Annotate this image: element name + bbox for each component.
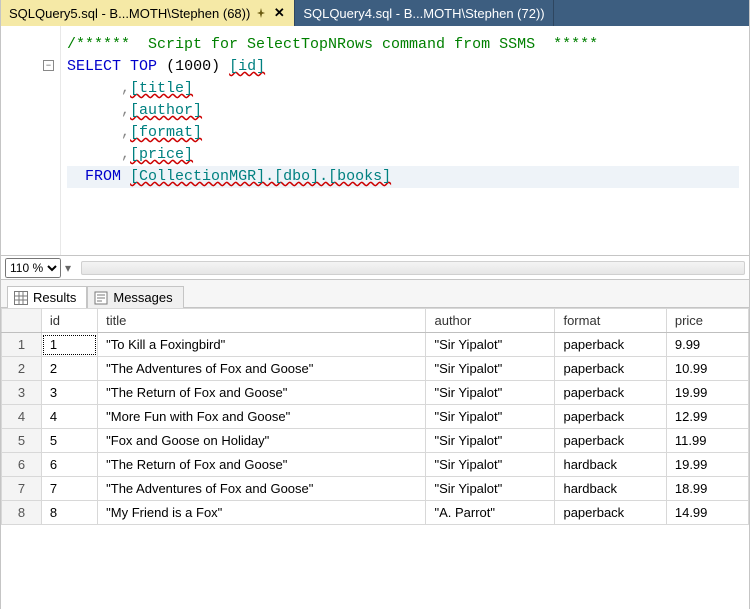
pin-icon[interactable] (256, 8, 266, 18)
kw-from: FROM (85, 168, 121, 185)
col-header-title[interactable]: title (98, 309, 426, 333)
tab-results-label: Results (33, 290, 76, 305)
cell-price[interactable]: 12.99 (666, 405, 748, 429)
cell-format[interactable]: paperback (555, 429, 666, 453)
cell-author[interactable]: "A. Parrot" (426, 501, 555, 525)
kw-select: SELECT (67, 58, 121, 75)
row-number[interactable]: 8 (2, 501, 42, 525)
cell-author[interactable]: "Sir Yipalot" (426, 429, 555, 453)
cell-format[interactable]: paperback (555, 357, 666, 381)
cell-price[interactable]: 19.99 (666, 381, 748, 405)
horizontal-scrollbar[interactable] (81, 261, 745, 275)
results-tabbar: Results Messages (1, 280, 749, 308)
row-number[interactable]: 6 (2, 453, 42, 477)
table-row[interactable]: 22"The Adventures of Fox and Goose""Sir … (2, 357, 749, 381)
cell-title[interactable]: "The Adventures of Fox and Goose" (98, 477, 426, 501)
cell-author[interactable]: "Sir Yipalot" (426, 333, 555, 357)
cell-title[interactable]: "To Kill a Foxingbird" (98, 333, 426, 357)
tab-messages-label: Messages (113, 290, 172, 305)
cell-id[interactable]: 6 (41, 453, 97, 477)
grid-icon (14, 291, 28, 305)
zoom-select[interactable]: 110 % (5, 258, 61, 278)
row-number[interactable]: 3 (2, 381, 42, 405)
comment-line: /****** Script for SelectTopNRows comman… (67, 36, 598, 53)
results-table: id title author format price 11"To Kill … (1, 308, 749, 525)
col-price: [price] (130, 146, 193, 163)
document-tab-inactive[interactable]: SQLQuery4.sql - B...MOTH\Stephen (72)) (295, 0, 553, 26)
close-icon[interactable]: ✕ (272, 6, 286, 20)
col-header-rownum[interactable] (2, 309, 42, 333)
cell-id[interactable]: 5 (41, 429, 97, 453)
col-id: [id] (229, 58, 265, 75)
top-n: (1000) (166, 58, 220, 75)
tab-label: SQLQuery5.sql - B...MOTH\Stephen (68)) (9, 6, 250, 21)
results-grid[interactable]: id title author format price 11"To Kill … (1, 308, 749, 525)
cell-format[interactable]: paperback (555, 405, 666, 429)
code-area[interactable]: /****** Script for SelectTopNRows comman… (61, 26, 749, 255)
table-row[interactable]: 44"More Fun with Fox and Goose""Sir Yipa… (2, 405, 749, 429)
col-header-format[interactable]: format (555, 309, 666, 333)
cell-format[interactable]: paperback (555, 381, 666, 405)
cell-format[interactable]: hardback (555, 453, 666, 477)
header-row: id title author format price (2, 309, 749, 333)
cell-author[interactable]: "Sir Yipalot" (426, 357, 555, 381)
messages-icon (94, 291, 108, 305)
cell-format[interactable]: paperback (555, 333, 666, 357)
cell-title[interactable]: "The Adventures of Fox and Goose" (98, 357, 426, 381)
table-row[interactable]: 33"The Return of Fox and Goose""Sir Yipa… (2, 381, 749, 405)
table-row[interactable]: 11"To Kill a Foxingbird""Sir Yipalot"pap… (2, 333, 749, 357)
cell-title[interactable]: "The Return of Fox and Goose" (98, 381, 426, 405)
cell-title[interactable]: "The Return of Fox and Goose" (98, 453, 426, 477)
kw-top: TOP (130, 58, 157, 75)
row-number[interactable]: 5 (2, 429, 42, 453)
row-number[interactable]: 7 (2, 477, 42, 501)
table-row[interactable]: 88"My Friend is a Fox""A. Parrot"paperba… (2, 501, 749, 525)
tab-label: SQLQuery4.sql - B...MOTH\Stephen (72)) (303, 6, 544, 21)
cell-author[interactable]: "Sir Yipalot" (426, 381, 555, 405)
cell-id[interactable]: 8 (41, 501, 97, 525)
cell-id[interactable]: 7 (41, 477, 97, 501)
fold-toggle-icon[interactable]: − (43, 60, 54, 71)
cell-price[interactable]: 19.99 (666, 453, 748, 477)
cell-format[interactable]: hardback (555, 477, 666, 501)
col-format: [format] (130, 124, 202, 141)
zoom-dropdown-icon[interactable]: ▾ (65, 261, 71, 275)
document-tabbar: SQLQuery5.sql - B...MOTH\Stephen (68)) ✕… (1, 0, 749, 26)
row-number[interactable]: 4 (2, 405, 42, 429)
editor-gutter: − (1, 26, 61, 255)
row-number[interactable]: 1 (2, 333, 42, 357)
document-tab-active[interactable]: SQLQuery5.sql - B...MOTH\Stephen (68)) ✕ (1, 0, 295, 26)
table-row[interactable]: 66"The Return of Fox and Goose""Sir Yipa… (2, 453, 749, 477)
cell-id[interactable]: 4 (41, 405, 97, 429)
row-number[interactable]: 2 (2, 357, 42, 381)
cell-price[interactable]: 9.99 (666, 333, 748, 357)
cell-author[interactable]: "Sir Yipalot" (426, 405, 555, 429)
cell-title[interactable]: "My Friend is a Fox" (98, 501, 426, 525)
tab-messages[interactable]: Messages (87, 286, 183, 308)
table-row[interactable]: 77"The Adventures of Fox and Goose""Sir … (2, 477, 749, 501)
tab-results[interactable]: Results (7, 286, 87, 308)
col-header-price[interactable]: price (666, 309, 748, 333)
cell-id[interactable]: 3 (41, 381, 97, 405)
cell-price[interactable]: 11.99 (666, 429, 748, 453)
cell-id[interactable]: 2 (41, 357, 97, 381)
col-author: [author] (130, 102, 202, 119)
zoom-bar: 110 % ▾ (1, 256, 749, 280)
cell-price[interactable]: 18.99 (666, 477, 748, 501)
cell-author[interactable]: "Sir Yipalot" (426, 477, 555, 501)
from-target: [CollectionMGR].[dbo].[books] (130, 168, 391, 185)
cell-price[interactable]: 10.99 (666, 357, 748, 381)
cell-id[interactable]: 1 (41, 333, 97, 357)
table-row[interactable]: 55"Fox and Goose on Holiday""Sir Yipalot… (2, 429, 749, 453)
cell-title[interactable]: "Fox and Goose on Holiday" (98, 429, 426, 453)
col-header-id[interactable]: id (41, 309, 97, 333)
col-header-author[interactable]: author (426, 309, 555, 333)
sql-editor[interactable]: − /****** Script for SelectTopNRows comm… (1, 26, 749, 256)
col-title: [title] (130, 80, 193, 97)
cell-format[interactable]: paperback (555, 501, 666, 525)
cell-title[interactable]: "More Fun with Fox and Goose" (98, 405, 426, 429)
cell-author[interactable]: "Sir Yipalot" (426, 453, 555, 477)
cell-price[interactable]: 14.99 (666, 501, 748, 525)
